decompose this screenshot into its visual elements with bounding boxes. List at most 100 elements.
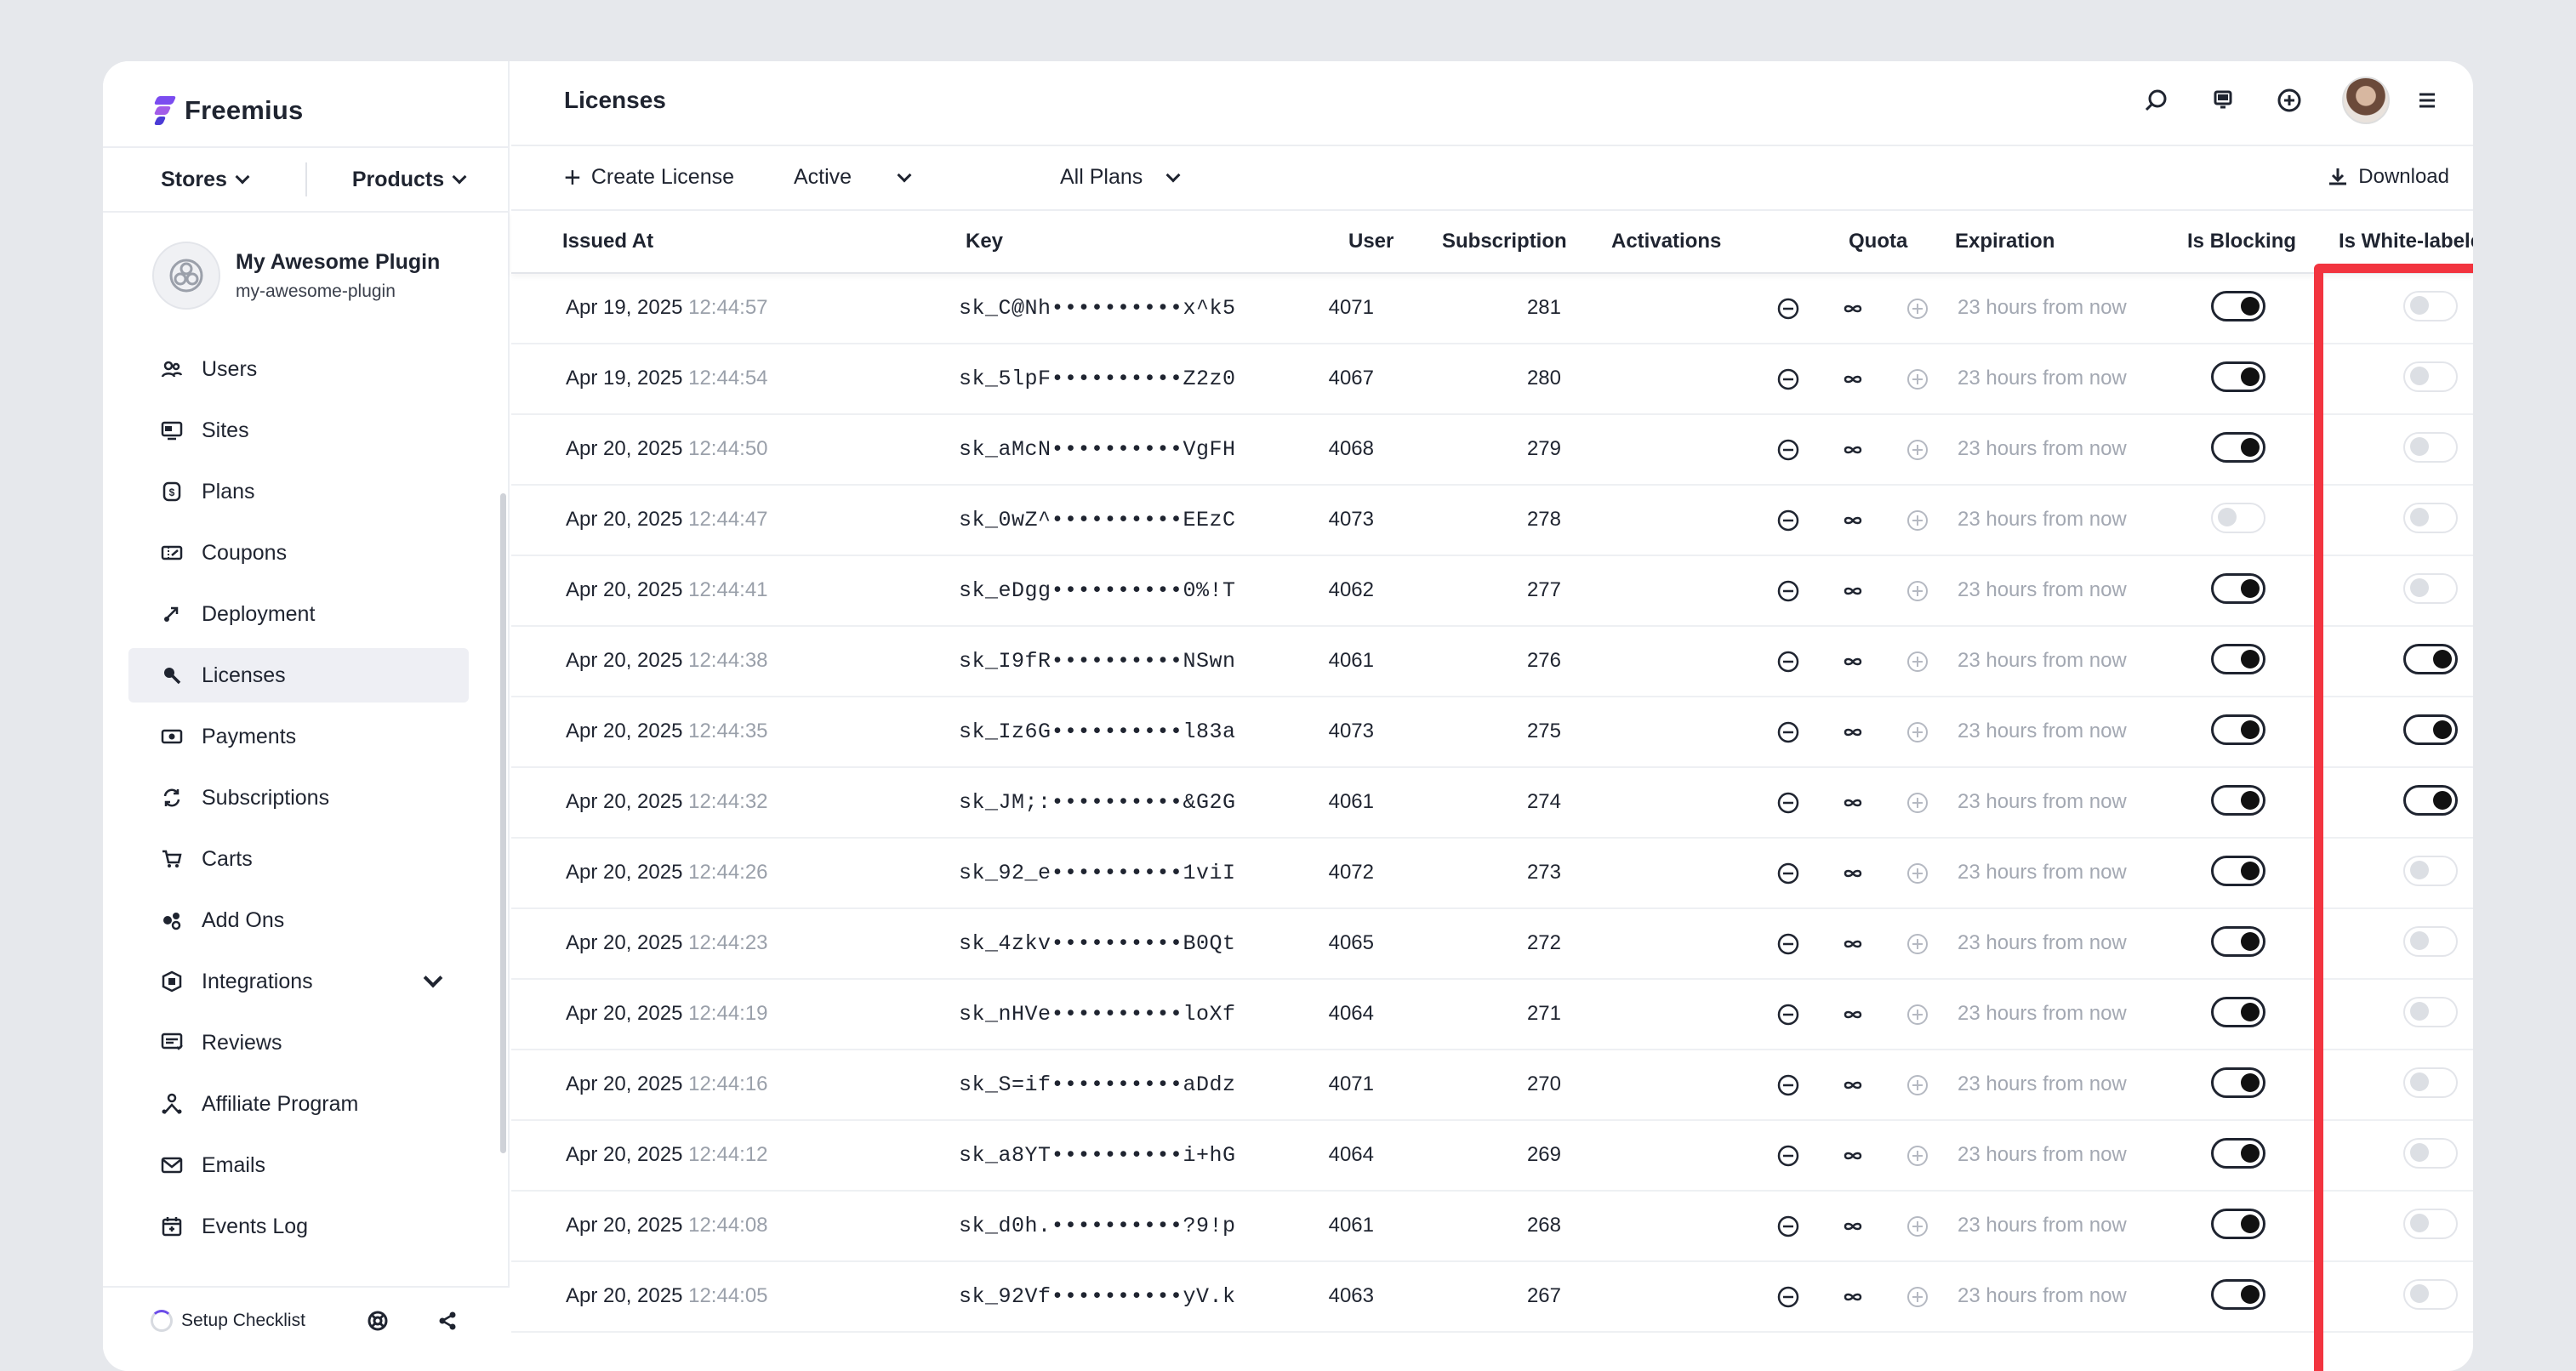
- plans-filter-dropdown[interactable]: All Plans: [1060, 165, 1181, 190]
- table-row[interactable]: Apr 19, 2025 12:44:54 sk_5lpF••••••••••Z2…: [511, 344, 2473, 415]
- minus-circle-icon[interactable]: [1775, 931, 1801, 957]
- is-blocking-toggle[interactable]: [2211, 856, 2265, 886]
- menu-icon[interactable]: [2414, 87, 2441, 114]
- is-white-labeled-toggle[interactable]: [2403, 997, 2458, 1027]
- subscription-id[interactable]: 269: [1391, 1143, 1561, 1167]
- sidebar-item-coupons[interactable]: Coupons: [128, 526, 469, 580]
- minus-circle-icon[interactable]: [1775, 649, 1801, 674]
- minus-circle-icon[interactable]: [1775, 1143, 1801, 1169]
- column-quota[interactable]: Quota: [1849, 230, 1907, 253]
- minus-circle-icon[interactable]: [1775, 1072, 1801, 1098]
- table-row[interactable]: Apr 19, 2025 12:44:57 sk_C@Nh••••••••••x^…: [511, 274, 2473, 344]
- table-row[interactable]: Apr 20, 2025 12:44:26 sk_92_e••••••••••1v…: [511, 839, 2473, 909]
- is-white-labeled-toggle[interactable]: [2403, 714, 2458, 745]
- table-row[interactable]: Apr 20, 2025 12:44:41 sk_eDgg••••••••••0%…: [511, 556, 2473, 627]
- table-row[interactable]: Apr 20, 2025 12:44:23 sk_4zkv••••••••••B0…: [511, 909, 2473, 980]
- is-white-labeled-toggle[interactable]: [2403, 856, 2458, 886]
- user-id[interactable]: 4064: [1277, 1143, 1374, 1167]
- sidebar-item-licenses[interactable]: Licenses: [128, 648, 469, 703]
- is-white-labeled-toggle[interactable]: [2403, 926, 2458, 957]
- is-white-labeled-toggle[interactable]: [2403, 1209, 2458, 1239]
- plus-circle-icon[interactable]: [1905, 720, 1930, 745]
- user-id[interactable]: 4061: [1277, 649, 1374, 673]
- user-id[interactable]: 4071: [1277, 1072, 1374, 1096]
- sidebar-item-emails[interactable]: Emails: [128, 1138, 469, 1192]
- license-key[interactable]: sk_5lpF••••••••••Z2z0: [959, 367, 1236, 391]
- user-id[interactable]: 4068: [1277, 437, 1374, 461]
- license-key[interactable]: sk_C@Nh••••••••••x^k5: [959, 296, 1236, 321]
- is-white-labeled-toggle[interactable]: [2403, 785, 2458, 816]
- minus-circle-icon[interactable]: [1775, 437, 1801, 463]
- minus-circle-icon[interactable]: [1775, 720, 1801, 745]
- is-blocking-toggle[interactable]: [2211, 361, 2265, 392]
- subscription-id[interactable]: 279: [1391, 437, 1561, 461]
- sidebar-item-integrations[interactable]: Integrations: [128, 954, 469, 1009]
- subscription-id[interactable]: 276: [1391, 649, 1561, 673]
- subscription-id[interactable]: 281: [1391, 296, 1561, 320]
- is-white-labeled-toggle[interactable]: [2403, 1138, 2458, 1169]
- user-id[interactable]: 4063: [1277, 1284, 1374, 1308]
- download-button[interactable]: Download: [2326, 165, 2449, 189]
- is-blocking-toggle[interactable]: [2211, 432, 2265, 463]
- subscription-id[interactable]: 270: [1391, 1072, 1561, 1096]
- minus-circle-icon[interactable]: [1775, 1284, 1801, 1310]
- license-key[interactable]: sk_92_e••••••••••1viI: [959, 861, 1236, 885]
- setup-checklist-button[interactable]: Setup Checklist: [151, 1310, 305, 1332]
- is-blocking-toggle[interactable]: [2211, 1279, 2265, 1310]
- table-row[interactable]: Apr 20, 2025 12:44:16 sk_S=if••••••••••aD…: [511, 1050, 2473, 1121]
- notifications-icon[interactable]: [2209, 87, 2237, 114]
- user-id[interactable]: 4072: [1277, 861, 1374, 885]
- is-white-labeled-toggle[interactable]: [2403, 1067, 2458, 1098]
- column-key[interactable]: Key: [966, 230, 1003, 253]
- column-expiration[interactable]: Expiration: [1955, 230, 2055, 253]
- is-white-labeled-toggle[interactable]: [2403, 361, 2458, 392]
- plus-circle-icon[interactable]: [1905, 931, 1930, 957]
- sidebar-item-events-log[interactable]: Events Log: [128, 1199, 469, 1254]
- is-white-labeled-toggle[interactable]: [2403, 573, 2458, 604]
- minus-circle-icon[interactable]: [1775, 1002, 1801, 1027]
- help-lifebuoy-icon[interactable]: [367, 1310, 389, 1332]
- sidebar-item-payments[interactable]: Payments: [128, 709, 469, 764]
- share-icon[interactable]: [436, 1310, 459, 1332]
- plus-circle-icon[interactable]: [1905, 649, 1930, 674]
- sidebar-item-carts[interactable]: Carts: [128, 832, 469, 886]
- license-key[interactable]: sk_nHVe••••••••••loXf: [959, 1002, 1236, 1027]
- sidebar-item-deployment[interactable]: Deployment: [128, 587, 469, 641]
- plus-circle-icon[interactable]: [1905, 861, 1930, 886]
- table-row[interactable]: Apr 20, 2025 12:44:35 sk_Iz6G••••••••••l8…: [511, 697, 2473, 768]
- subscription-id[interactable]: 273: [1391, 861, 1561, 885]
- plus-circle-icon[interactable]: [1905, 578, 1930, 604]
- user-id[interactable]: 4062: [1277, 578, 1374, 602]
- license-key[interactable]: sk_aMcN••••••••••VgFH: [959, 437, 1236, 462]
- user-avatar[interactable]: [2342, 77, 2390, 124]
- chevron-down-icon[interactable]: [423, 968, 443, 988]
- is-blocking-toggle[interactable]: [2211, 573, 2265, 604]
- license-key[interactable]: sk_0wZ^••••••••••EEzC: [959, 508, 1236, 532]
- sidebar-item-reviews[interactable]: Reviews: [128, 1015, 469, 1070]
- is-white-labeled-toggle[interactable]: [2403, 503, 2458, 533]
- is-white-labeled-toggle[interactable]: [2403, 432, 2458, 463]
- license-key[interactable]: sk_a8YT••••••••••i+hG: [959, 1143, 1236, 1168]
- column-user[interactable]: User: [1348, 230, 1393, 253]
- is-blocking-toggle[interactable]: [2211, 714, 2265, 745]
- products-dropdown[interactable]: Products: [307, 168, 510, 192]
- status-filter-dropdown[interactable]: Active: [794, 165, 912, 190]
- plugin-card[interactable]: My Awesome Plugin my-awesome-plugin: [152, 242, 440, 310]
- sidebar-item-sites[interactable]: Sites: [128, 403, 469, 458]
- subscription-id[interactable]: 272: [1391, 931, 1561, 955]
- is-blocking-toggle[interactable]: [2211, 1138, 2265, 1169]
- subscription-id[interactable]: 280: [1391, 367, 1561, 390]
- is-white-labeled-toggle[interactable]: [2403, 644, 2458, 674]
- user-id[interactable]: 4061: [1277, 790, 1374, 814]
- sidebar-item-subscriptions[interactable]: Subscriptions: [128, 771, 469, 825]
- is-blocking-toggle[interactable]: [2211, 785, 2265, 816]
- sidebar-item-affiliate-program[interactable]: Affiliate Program: [128, 1077, 469, 1131]
- plus-circle-icon[interactable]: [1905, 1143, 1930, 1169]
- column-subscription[interactable]: Subscription: [1442, 230, 1567, 253]
- license-key[interactable]: sk_Iz6G••••••••••l83a: [959, 720, 1236, 744]
- user-id[interactable]: 4061: [1277, 1214, 1374, 1237]
- sidebar-item-add-ons[interactable]: Add Ons: [128, 893, 469, 947]
- add-circle-icon[interactable]: [2276, 87, 2303, 114]
- is-blocking-toggle[interactable]: [2211, 644, 2265, 674]
- user-id[interactable]: 4064: [1277, 1002, 1374, 1026]
